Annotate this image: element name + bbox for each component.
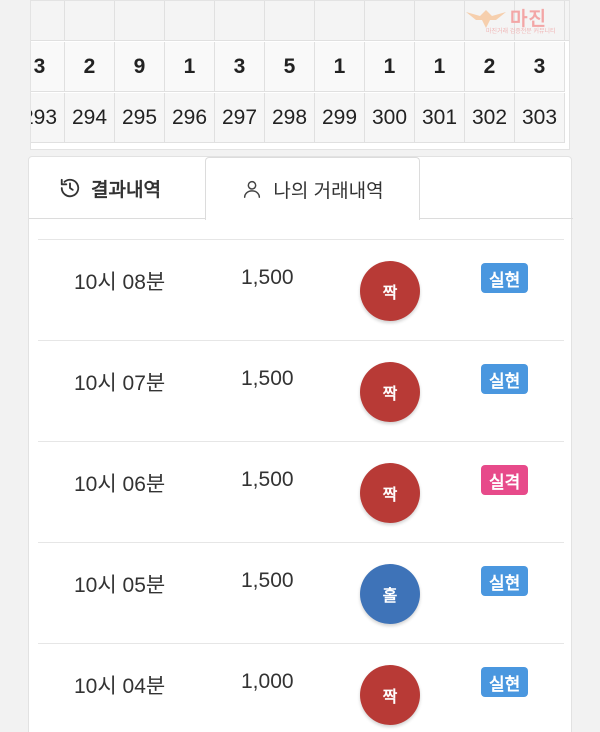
grid-cell-top (165, 1, 215, 41)
grid-cell-round: 303 (515, 93, 565, 143)
grid-cell-round: 293 (31, 93, 65, 143)
grid-cell-top (65, 1, 115, 41)
trade-time: 10시 05분 (74, 574, 166, 597)
trade-amount: 1,500 (241, 367, 294, 390)
even-ball: 짝 (360, 261, 420, 321)
grid-row-rounds: 293294295296297298299300301302303 (31, 93, 565, 143)
trade-amount: 1,500 (241, 468, 294, 491)
grid-cell-result: 1 (365, 42, 415, 92)
grid-cell-result: 9 (115, 42, 165, 92)
history-icon (59, 177, 81, 199)
trade-row: 10시 07분 1,500 짝 실현 (38, 340, 564, 441)
grid-cell-round: 297 (215, 93, 265, 143)
history-panel: 결과내역 나의 거래내역 10시 08분 1,500 짝 실현 10시 07분 1,500… (28, 156, 573, 732)
trade-list: 10시 08분 1,500 짝 실현 10시 07분 1,500 짝 실현 10시 06분 1,5… (38, 239, 564, 732)
even-ball: 짝 (360, 362, 420, 422)
trade-amount: 1,500 (241, 569, 294, 592)
even-ball: 짝 (360, 463, 420, 523)
grid-cell-round: 302 (465, 93, 515, 143)
user-icon (241, 178, 263, 200)
trade-row: 10시 04분 1,000 짝 실현 (38, 643, 564, 732)
trade-row: 10시 05분 1,500 홀 실현 (38, 542, 564, 643)
trade-time: 10시 04분 (74, 675, 166, 698)
grid-cell-top (365, 1, 415, 41)
tab-results-label: 결과내역 (91, 179, 161, 201)
grid-cell-result: 5 (265, 42, 315, 92)
grid-cell-result: 2 (465, 42, 515, 92)
tab-my-trades[interactable]: 나의 거래내역 (205, 157, 420, 220)
result-badge: 실현 (481, 667, 529, 697)
grid-cell-result: 1 (415, 42, 465, 92)
site-logo: 마진 마진거래 검증전문 커뮤니티 (464, 4, 592, 38)
grid-cell-round: 301 (415, 93, 465, 143)
result-badge: 실격 (481, 465, 529, 495)
grid-cell-result: 1 (165, 42, 215, 92)
result-badge: 실현 (481, 566, 529, 596)
grid-cell-round: 298 (265, 93, 315, 143)
trade-time: 10시 06분 (74, 473, 166, 496)
result-badge: 실현 (481, 364, 529, 394)
trade-row: 10시 08분 1,500 짝 실현 (38, 239, 564, 340)
tab-results[interactable]: 결과내역 (59, 157, 209, 219)
grid-cell-result: 1 (315, 42, 365, 92)
odd-ball: 홀 (360, 564, 420, 624)
grid-cell-result: 3 (31, 42, 65, 92)
trade-time: 10시 07분 (74, 372, 166, 395)
even-ball: 짝 (360, 665, 420, 725)
grid-cell-top (115, 1, 165, 41)
grid-cell-round: 294 (65, 93, 115, 143)
grid-cell-result: 3 (215, 42, 265, 92)
result-badge: 실현 (481, 263, 529, 293)
grid-cell-round: 300 (365, 93, 415, 143)
logo-subtext: 마진거래 검증전문 커뮤니티 (486, 29, 556, 35)
grid-cell-top (31, 1, 65, 41)
trade-amount: 1,000 (241, 670, 294, 693)
grid-cell-top (265, 1, 315, 41)
grid-cell-round: 296 (165, 93, 215, 143)
grid-cell-top (215, 1, 265, 41)
trade-row: 10시 06분 1,500 짝 실격 (38, 441, 564, 542)
grid-cell-top (415, 1, 465, 41)
trade-time: 10시 08분 (74, 271, 166, 294)
tab-bar: 결과내역 나의 거래내역 (29, 157, 573, 220)
grid-cell-result: 3 (515, 42, 565, 92)
grid-cell-result: 2 (65, 42, 115, 92)
tab-my-trades-label: 나의 거래내역 (273, 180, 384, 202)
grid-cell-round: 295 (115, 93, 165, 143)
grid-cell-top (315, 1, 365, 41)
grid-cell-round: 299 (315, 93, 365, 143)
grid-row-results: 32913511123 (31, 42, 565, 92)
trade-amount: 1,500 (241, 266, 294, 289)
